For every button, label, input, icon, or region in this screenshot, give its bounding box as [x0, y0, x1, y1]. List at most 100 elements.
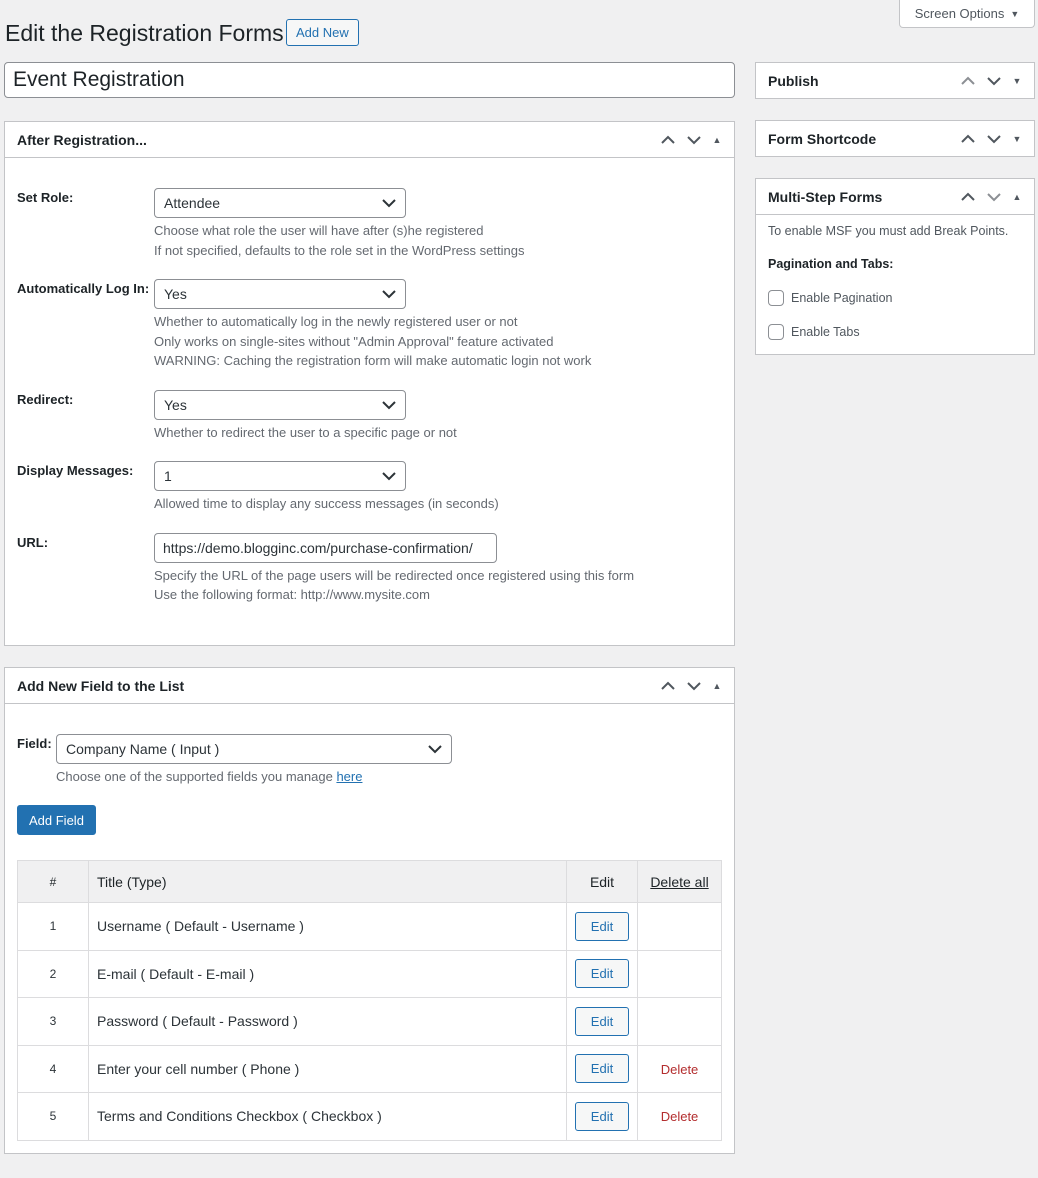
auto-login-label: Automatically Log In:	[17, 281, 150, 296]
redirect-label: Redirect:	[17, 392, 74, 407]
move-up-icon[interactable]	[660, 135, 676, 145]
set-role-desc-1: Choose what role the user will have afte…	[154, 223, 484, 238]
set-role-select[interactable]: Attendee	[154, 188, 406, 218]
row-number: 3	[17, 997, 89, 1046]
fields-table: # Title (Type) Edit Delete all 1 Usernam…	[17, 860, 722, 1141]
pagination-tabs-heading: Pagination and Tabs:	[768, 257, 894, 271]
chevron-down-icon	[428, 744, 442, 753]
auto-login-select[interactable]: Yes	[154, 279, 406, 309]
publish-box: Publish ▼	[755, 62, 1035, 99]
col-number-header: #	[17, 860, 89, 903]
row-number: 5	[17, 1092, 89, 1141]
auto-login-desc-2: Only works on single-sites without "Admi…	[154, 334, 554, 349]
toggle-panel-icon[interactable]: ▼	[1012, 134, 1022, 144]
row-number: 2	[17, 949, 89, 998]
chevron-down-icon	[382, 400, 396, 409]
display-messages-label: Display Messages:	[17, 463, 134, 478]
edit-button[interactable]: Edit	[575, 1101, 629, 1131]
display-messages-select[interactable]: 1	[154, 461, 406, 491]
edit-button[interactable]: Edit	[575, 911, 629, 941]
url-desc-1: Specify the URL of the page users will b…	[154, 568, 635, 583]
publish-header: Publish ▼	[756, 63, 1034, 98]
table-row: 1 Username ( Default - Username ) Edit	[17, 902, 722, 951]
chevron-down-icon	[382, 198, 396, 207]
move-down-icon[interactable]	[686, 135, 702, 145]
toggle-panel-icon[interactable]: ▲	[712, 681, 722, 691]
col-title-header: Title (Type)	[88, 860, 567, 903]
multi-step-desc: To enable MSF you must add Break Points.	[768, 224, 1009, 238]
add-field-header: Add New Field to the List ▲	[5, 668, 734, 704]
after-registration-box: After Registration... ▲ Set Role: Attend…	[4, 121, 735, 646]
toggle-panel-icon[interactable]: ▲	[1012, 192, 1022, 202]
enable-tabs-checkbox[interactable]	[768, 324, 784, 340]
add-new-button[interactable]: Add New	[286, 19, 359, 46]
box-handles: ▲	[660, 135, 722, 145]
delete-link[interactable]: Delete	[661, 1062, 699, 1077]
move-up-icon[interactable]	[660, 681, 676, 691]
row-number: 1	[17, 902, 89, 951]
row-delete-cell	[637, 997, 722, 1046]
add-field-box: Add New Field to the List ▲ Field: Compa…	[4, 667, 735, 1154]
field-label: Field:	[17, 736, 52, 751]
move-down-icon[interactable]	[986, 134, 1002, 144]
row-title: Terms and Conditions Checkbox ( Checkbox…	[88, 1092, 567, 1141]
add-field-button[interactable]: Add Field	[17, 805, 96, 835]
auto-login-value: Yes	[164, 286, 187, 302]
row-title: Username ( Default - Username )	[88, 902, 567, 951]
toggle-panel-icon[interactable]: ▼	[1012, 76, 1022, 86]
form-shortcode-box: Form Shortcode ▼	[755, 120, 1035, 157]
row-delete-cell	[637, 902, 722, 951]
set-role-desc-2: If not specified, defaults to the role s…	[154, 243, 525, 258]
box-handles: ▼	[960, 134, 1022, 144]
screen-options-button[interactable]: Screen Options ▼	[899, 0, 1035, 28]
move-up-icon[interactable]	[960, 76, 976, 86]
redirect-desc-1: Whether to redirect the user to a specif…	[154, 425, 457, 440]
row-delete-cell: Delete	[637, 1092, 722, 1141]
delete-all-label[interactable]: Delete all	[650, 874, 708, 890]
row-title: Enter your cell number ( Phone )	[88, 1044, 567, 1093]
row-delete-cell: Delete	[637, 1044, 722, 1093]
set-role-label: Set Role:	[17, 190, 74, 205]
url-input[interactable]: https://demo.blogginc.com/purchase-confi…	[154, 533, 497, 563]
page-title: Edit the Registration Forms	[5, 20, 284, 46]
enable-pagination-checkbox[interactable]	[768, 290, 784, 306]
field-desc-text: Choose one of the supported fields you m…	[56, 769, 333, 784]
form-shortcode-title: Form Shortcode	[768, 130, 877, 147]
screen-options-label: Screen Options	[914, 6, 1005, 21]
box-handles: ▲	[960, 192, 1022, 202]
edit-button[interactable]: Edit	[575, 1054, 629, 1084]
enable-tabs-label[interactable]: Enable Tabs	[791, 325, 860, 339]
publish-title: Publish	[768, 72, 819, 89]
col-edit-header: Edit	[566, 860, 638, 903]
edit-button[interactable]: Edit	[575, 1006, 629, 1036]
edit-button[interactable]: Edit	[575, 959, 629, 989]
move-up-icon[interactable]	[960, 192, 976, 202]
table-row: 3 Password ( Default - Password ) Edit	[17, 997, 722, 1046]
after-registration-header: After Registration... ▲	[5, 122, 734, 158]
row-number: 4	[17, 1044, 89, 1093]
table-header-row: # Title (Type) Edit Delete all	[17, 860, 722, 903]
row-edit-cell: Edit	[566, 1044, 638, 1093]
move-down-icon[interactable]	[986, 76, 1002, 86]
row-edit-cell: Edit	[566, 902, 638, 951]
delete-all-link[interactable]: Delete all	[637, 860, 722, 903]
manage-fields-link[interactable]: here	[336, 769, 362, 784]
redirect-select[interactable]: Yes	[154, 390, 406, 420]
row-edit-cell: Edit	[566, 1092, 638, 1141]
move-down-icon[interactable]	[686, 681, 702, 691]
row-edit-cell: Edit	[566, 949, 638, 998]
toggle-panel-icon[interactable]: ▲	[712, 135, 722, 145]
move-down-icon[interactable]	[986, 192, 1002, 202]
row-title: Password ( Default - Password )	[88, 997, 567, 1046]
display-messages-desc-1: Allowed time to display any success mess…	[154, 496, 499, 511]
enable-pagination-label[interactable]: Enable Pagination	[791, 291, 892, 305]
delete-link[interactable]: Delete	[661, 1109, 699, 1124]
form-title-input[interactable]: Event Registration	[4, 62, 735, 98]
url-label: URL:	[17, 535, 49, 550]
move-up-icon[interactable]	[960, 134, 976, 144]
field-select-value: Company Name ( Input )	[66, 741, 220, 757]
url-desc-2: Use the following format: http://www.mys…	[154, 587, 430, 602]
multi-step-header: Multi-Step Forms ▲	[756, 179, 1034, 215]
multi-step-title: Multi-Step Forms	[768, 188, 883, 205]
field-select[interactable]: Company Name ( Input )	[56, 734, 452, 764]
